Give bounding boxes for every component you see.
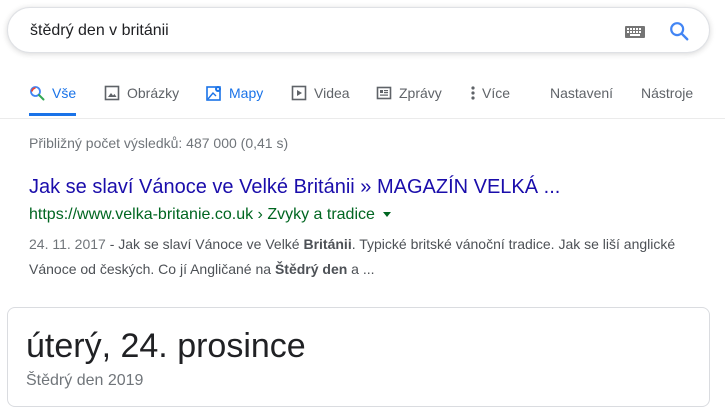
tab-label: Nástroje (641, 85, 694, 101)
play-icon (291, 85, 307, 101)
result-url[interactable]: https://www.velka-britanie.co.uk › Zvyky… (29, 206, 391, 224)
snippet-highlight: Británii (303, 236, 352, 252)
news-icon (376, 86, 392, 100)
snippet-highlight: Štědrý den (274, 261, 348, 277)
result-snippet: 24. 11. 2017 - Jak se slaví Vánoce ve Ve… (29, 232, 699, 282)
snippet-text: Jak se slaví Vánoce ve Velké (118, 236, 304, 252)
date-answer-card: úterý, 24. prosince Štědrý den 2019 (7, 307, 710, 407)
tab-label: Videa (314, 85, 350, 101)
tab-videos[interactable]: Videa (291, 72, 350, 116)
tab-label: Vše (52, 85, 77, 101)
result-stats: Přibližný počet výsledků: 487 000 (0,41 … (29, 135, 289, 151)
tab-settings[interactable]: Nastavení (550, 72, 613, 116)
search-tabs: Vše Obrázky Mapy Videa Zprávy Více Nasta… (0, 72, 725, 118)
tab-label: Obrázky (127, 85, 180, 101)
result-url-text[interactable]: https://www.velka-britanie.co.uk › Zvyky… (29, 206, 375, 223)
search-icon (30, 86, 45, 101)
tab-maps[interactable]: Mapy (206, 72, 263, 116)
tab-more[interactable]: Více (470, 72, 510, 116)
keyboard-icon[interactable] (625, 26, 645, 38)
caret-down-icon[interactable] (382, 212, 391, 218)
result-title-link[interactable]: Jak se slaví Vánoce ve Velké Británii » … (29, 176, 560, 199)
tab-label: Zprávy (399, 85, 442, 101)
tab-all[interactable]: Vše (29, 72, 77, 116)
search-icon[interactable] (668, 20, 690, 42)
image-icon (104, 85, 120, 101)
snippet-separator: - (105, 236, 119, 252)
card-date: úterý, 24. prosince (26, 327, 306, 365)
tab-news[interactable]: Zprávy (376, 72, 442, 116)
search-box[interactable] (7, 7, 710, 54)
tab-images[interactable]: Obrázky (104, 72, 179, 116)
tab-label: Více (482, 85, 511, 101)
more-vert-icon (471, 86, 475, 100)
tab-label: Nastavení (550, 85, 614, 101)
tab-tools[interactable]: Nástroje (641, 72, 693, 116)
search-input[interactable] (30, 8, 590, 54)
card-subtitle: Štědrý den 2019 (26, 372, 144, 389)
tab-label: Mapy (229, 85, 264, 101)
snippet-text: a ... (347, 261, 375, 277)
snippet-date: 24. 11. 2017 (29, 236, 106, 252)
map-icon (206, 86, 221, 101)
tabs-divider (0, 118, 725, 119)
